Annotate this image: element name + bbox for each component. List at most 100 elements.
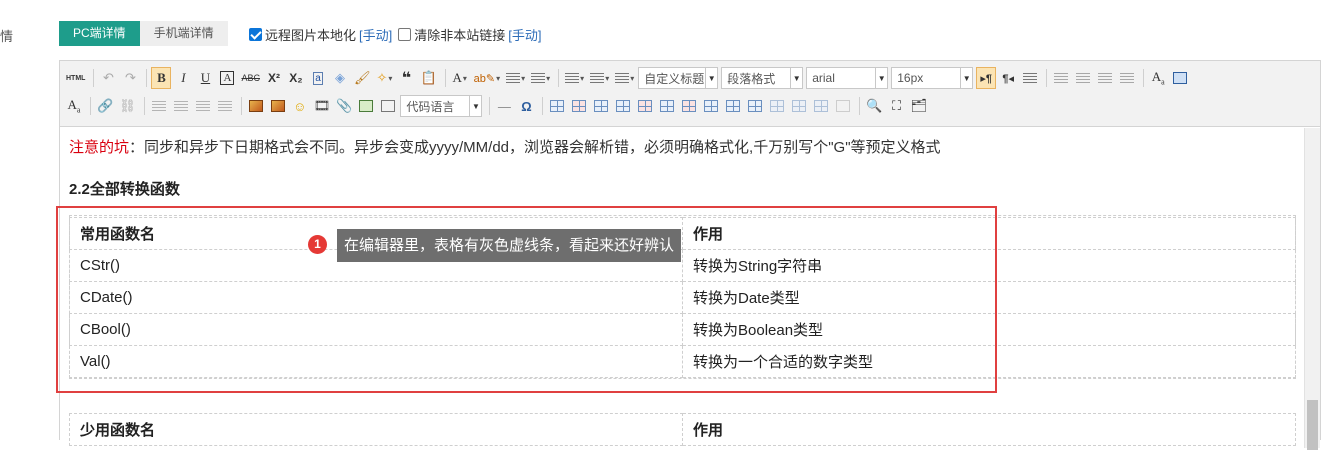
table-icon [550, 100, 565, 112]
scrollbar-thumb[interactable] [1307, 400, 1318, 450]
preview-button[interactable] [1170, 67, 1190, 89]
merge-right-button[interactable] [723, 95, 743, 117]
clear-links-manual-link[interactable]: [手动] [508, 25, 541, 44]
insert-video-button[interactable]: 🎞 [312, 95, 333, 117]
split-cols-button[interactable] [811, 95, 831, 117]
custom-title-select[interactable]: 自定义标题 ▼ [638, 67, 719, 89]
image-right-button[interactable] [193, 95, 213, 117]
align-right-button[interactable] [1095, 67, 1115, 89]
special-chars-button[interactable]: Ω [516, 95, 536, 117]
paragraph-format-value: 段落格式 [727, 71, 776, 86]
insert-link-button[interactable]: 🔗 [95, 95, 115, 117]
indent-button[interactable] [1020, 67, 1040, 89]
text-case-button[interactable]: Aa [1148, 67, 1168, 89]
localize-manual-link[interactable]: [手动] [359, 25, 392, 44]
quote-icon: ❝ [401, 70, 412, 87]
table-header-cell[interactable]: 作用 [682, 413, 1296, 446]
insert-paragraph-before-table-button[interactable] [591, 95, 611, 117]
caret-down-icon: ▾ [605, 73, 610, 83]
subscript-button[interactable]: X₂ [286, 67, 306, 89]
toolbar-row-1: HTML ↶ ↷ B I U A ABC X² X₂ a ◈ 🖌 ✧ ▾ ❝ 📋 … [64, 64, 1192, 92]
merge-down-button[interactable] [745, 95, 765, 117]
drafts-button[interactable]: ⛶ [887, 95, 907, 117]
delete-col-button[interactable] [679, 95, 699, 117]
field-label: 情 [0, 29, 14, 44]
insert-frame-button[interactable] [356, 95, 376, 117]
superscript-button[interactable]: X² [264, 67, 284, 89]
remove-link-button[interactable]: ⛓ [117, 95, 138, 117]
delete-row-button[interactable] [635, 95, 655, 117]
auto-typeset-button[interactable]: ✧ ▾ [374, 67, 394, 89]
row-spacing-bottom-button[interactable]: ▾ [588, 67, 611, 89]
attachment-button[interactable]: 📎 [334, 95, 354, 117]
image-left-button[interactable] [171, 95, 191, 117]
background-color-button[interactable]: ab✎ ▾ [472, 67, 502, 89]
superscript-icon: X² [267, 71, 280, 85]
underline-button[interactable]: U [195, 67, 215, 89]
rtl-direction-button[interactable]: ¶◂ [998, 67, 1018, 89]
map-icon [381, 100, 396, 112]
paragraph-format-select[interactable]: 段落格式 ▼ [721, 67, 804, 89]
insert-col-button[interactable] [657, 95, 677, 117]
template-button[interactable]: 🗂 [909, 95, 930, 117]
font-family-select[interactable]: arial ▼ [806, 67, 889, 89]
table-props-button[interactable] [833, 95, 853, 117]
image-center-button[interactable] [215, 95, 235, 117]
insert-paragraph-icon [594, 100, 609, 112]
merge-down-icon [748, 100, 763, 112]
undo-button[interactable]: ↶ [98, 67, 118, 89]
search-replace-button[interactable]: 🔍 [864, 95, 884, 117]
image-none-button[interactable] [149, 95, 169, 117]
insert-row-button[interactable] [613, 95, 633, 117]
table-header-cell[interactable]: 少用函数名 [69, 413, 683, 446]
row-spacing-top-button[interactable]: ▾ [563, 67, 586, 89]
detail-tabs: PC端详情 手机端详情 [59, 21, 228, 46]
horizontal-rule-button[interactable]: — [494, 95, 514, 117]
row-spacing-bottom-icon [590, 72, 605, 84]
unlink-icon: ⛓ [119, 98, 136, 113]
localize-images-checkbox[interactable] [249, 28, 262, 41]
font-style-button[interactable]: Aa [64, 95, 84, 117]
italic-button[interactable]: I [173, 67, 193, 89]
clear-links-label: 清除非本站链接 [414, 28, 506, 43]
clear-links-checkbox[interactable] [398, 28, 412, 41]
map-button[interactable] [378, 95, 398, 117]
redo-button[interactable]: ↷ [120, 67, 140, 89]
ordered-list-button[interactable]: ▾ [504, 67, 527, 89]
bold-button[interactable]: B [151, 67, 172, 89]
editor-scrollbar[interactable] [1304, 128, 1320, 450]
caret-down-icon: ▾ [546, 73, 551, 83]
tab-mobile-detail[interactable]: 手机端详情 [139, 21, 228, 46]
align-left-button[interactable] [1051, 67, 1071, 89]
line-height-button[interactable]: ▾ [613, 67, 636, 89]
font-size-select[interactable]: 16px ▼ [891, 67, 974, 89]
strikethrough-button[interactable]: ABC [239, 67, 262, 89]
emoticon-button[interactable]: ☺ [290, 95, 310, 117]
undo-icon: ↶ [103, 70, 114, 85]
split-cells-button[interactable] [767, 95, 787, 117]
ltr-direction-button[interactable]: ▸¶ [976, 67, 997, 89]
format-match-button[interactable]: a [308, 67, 328, 89]
horizontal-rule-icon: — [497, 98, 511, 114]
insert-image-button[interactable] [246, 95, 266, 117]
align-center-button[interactable] [1073, 67, 1093, 89]
line-height-icon [615, 72, 630, 84]
multi-image-button[interactable] [268, 95, 288, 117]
paste-plain-button[interactable]: 📋 [418, 67, 438, 89]
font-border-button[interactable]: A [217, 67, 237, 89]
annotation-badge: 1 [308, 235, 327, 254]
blockquote-button[interactable]: ❝ [396, 67, 416, 89]
eraser-button[interactable]: ◈ [330, 67, 350, 89]
format-brush-button[interactable]: 🖌 [352, 67, 373, 89]
insert-table-button[interactable] [547, 95, 567, 117]
align-justify-button[interactable] [1117, 67, 1137, 89]
html-source-button[interactable]: HTML [64, 67, 87, 89]
editor-options: 远程图片本地化 [手动] 清除非本站链接 [手动] [249, 25, 548, 44]
unordered-list-button[interactable]: ▾ [529, 67, 552, 89]
tab-pc-detail[interactable]: PC端详情 [59, 21, 140, 46]
split-rows-button[interactable] [789, 95, 809, 117]
merge-cells-button[interactable] [701, 95, 721, 117]
code-language-select[interactable]: 代码语言 ▼ [400, 95, 483, 117]
font-color-button[interactable]: A ▾ [450, 67, 470, 89]
delete-table-button[interactable] [569, 95, 589, 117]
